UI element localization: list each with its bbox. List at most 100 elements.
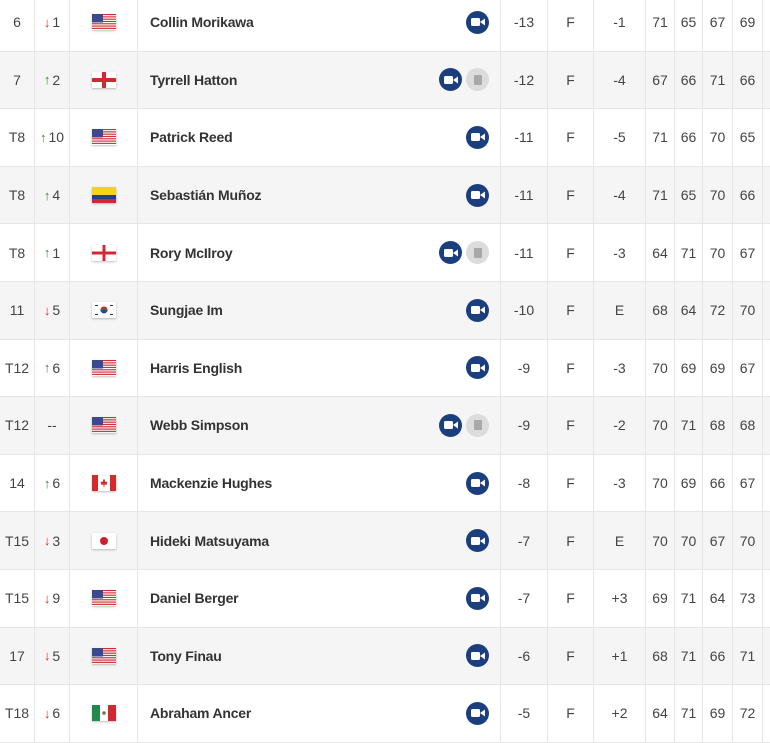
today-score: -2: [594, 397, 646, 454]
leaderboard-row[interactable]: 17 ↓ 5 Tony Finau -6 F +1 68 71 66 71: [0, 627, 770, 686]
total-score: -5: [501, 685, 548, 742]
arrow-up-icon: ↑: [43, 475, 51, 491]
arrow-down-icon: ↓: [43, 648, 51, 664]
video-camera-icon[interactable]: [466, 529, 489, 553]
video-camera-icon[interactable]: [439, 413, 462, 437]
flag-usa-icon: [91, 590, 116, 606]
movement: ↓ 6: [35, 685, 70, 742]
position-value: T12: [4, 359, 30, 376]
audio-icon[interactable]: [466, 68, 489, 92]
video-camera-icon[interactable]: [466, 701, 489, 725]
leaderboard-row[interactable]: T12 ↑ 6 Harris English -9 F -3 70 69 69 …: [0, 339, 770, 398]
today-score: -3: [594, 224, 646, 281]
audio-icon[interactable]: [466, 413, 489, 437]
round-4-score: 71: [733, 627, 763, 685]
thru: F: [548, 0, 594, 51]
player-name[interactable]: Mackenzie Hughes: [150, 475, 272, 491]
leaderboard-row[interactable]: T18 ↓ 6 Abraham Ancer -5 F +2 64 71 69 7…: [0, 685, 770, 743]
player-name[interactable]: Patrick Reed: [150, 129, 233, 145]
leaderboard-row[interactable]: 6 ↓ 1 Collin Morikawa -13 F -1 71 65 67 …: [0, 0, 770, 52]
video-camera-icon[interactable]: [466, 356, 489, 380]
player-name[interactable]: Rory McIlroy: [150, 245, 233, 261]
movement-value: 4: [52, 187, 61, 204]
leaderboard-row[interactable]: 7 ↑ 2 Tyrrell Hatton -12 F -4 67 66 71 6…: [0, 51, 770, 110]
country-flag-cell: [70, 627, 138, 685]
round-3-score: 69: [703, 685, 733, 742]
round-4-score: 66: [733, 51, 763, 109]
today-score: E: [594, 281, 646, 339]
round-2-score: 69: [675, 339, 703, 397]
position-value: T12: [4, 417, 30, 434]
country-flag-cell: [70, 281, 138, 339]
movement: ↑ 2: [35, 51, 70, 109]
total-score: -13: [501, 0, 548, 51]
thru: F: [548, 281, 594, 339]
leaderboard-row[interactable]: T8 ↑ 4 Sebastián Muñoz -11 F -4 71 65 70…: [0, 166, 770, 225]
today-score: +2: [594, 685, 646, 742]
movement: ↓ 1: [35, 0, 70, 51]
country-flag-cell: [70, 454, 138, 512]
leaderboard-row[interactable]: T8 ↑ 10 Patrick Reed -11 F -5 71 66 70 6…: [0, 109, 770, 167]
video-camera-icon[interactable]: [439, 241, 462, 265]
overflow-column: [763, 455, 770, 512]
player-name[interactable]: Tony Finau: [150, 648, 222, 664]
player-name[interactable]: Sungjae Im: [150, 302, 223, 318]
player-name[interactable]: Sebastián Muñoz: [150, 187, 262, 203]
leaderboard-row[interactable]: T15 ↓ 3 Hideki Matsuyama -7 F E 70 70 67…: [0, 512, 770, 570]
total-score: -11: [501, 166, 548, 224]
country-flag-cell: [70, 0, 138, 51]
total-score: -8: [501, 454, 548, 512]
flag-mexico-icon: [91, 705, 116, 722]
video-camera-icon[interactable]: [466, 298, 489, 322]
movement-value: 10: [48, 129, 65, 146]
arrow-up-icon: ↑: [43, 245, 51, 261]
video-camera-icon[interactable]: [466, 644, 489, 668]
video-camera-icon[interactable]: [466, 10, 489, 34]
round-4-score: 70: [733, 512, 763, 569]
leaderboard-row[interactable]: T8 ↑ 1 Rory McIlroy -11 F -3 64 71 70 67: [0, 224, 770, 282]
round-1-score: 70: [646, 512, 675, 569]
player-name[interactable]: Tyrrell Hatton: [150, 72, 237, 88]
player-name[interactable]: Harris English: [150, 360, 242, 376]
leaderboard-row[interactable]: T15 ↓ 9 Daniel Berger -7 F +3 69 71 64 7…: [0, 569, 770, 628]
round-4-score: 67: [733, 224, 763, 281]
leaderboard-row[interactable]: T12 -- Webb Simpson -9 F -2 70 71 68 68: [0, 397, 770, 455]
overflow-column: [763, 340, 770, 397]
position: T15: [0, 569, 35, 627]
player-name[interactable]: Abraham Ancer: [150, 705, 251, 721]
player-name[interactable]: Webb Simpson: [150, 417, 249, 433]
total-score: -9: [501, 339, 548, 397]
position: T12: [0, 339, 35, 397]
round-2-score: 70: [675, 512, 703, 569]
round-4-score: 70: [733, 281, 763, 339]
round-2-score: 71: [675, 397, 703, 454]
video-camera-icon[interactable]: [439, 68, 462, 92]
video-camera-icon[interactable]: [466, 586, 489, 610]
arrow-down-icon: ↓: [43, 302, 51, 318]
position: T18: [0, 685, 35, 742]
video-camera-icon[interactable]: [466, 471, 489, 495]
round-2-score: 71: [675, 569, 703, 627]
today-score: +1: [594, 627, 646, 685]
leaderboard-row[interactable]: 11 ↓ 5 Sungjae Im -10 F E 68 64 72 70: [0, 281, 770, 340]
round-1-score: 71: [646, 166, 675, 224]
video-camera-icon[interactable]: [466, 183, 489, 207]
total-score: -6: [501, 627, 548, 685]
round-1-score: 64: [646, 224, 675, 281]
position-value: T8: [8, 129, 26, 146]
movement: ↓ 5: [35, 627, 70, 685]
player-name[interactable]: Collin Morikawa: [150, 14, 254, 30]
player-name[interactable]: Daniel Berger: [150, 590, 239, 606]
audio-icon[interactable]: [466, 241, 489, 265]
movement-value: 5: [52, 302, 61, 319]
movement: ↑ 6: [35, 454, 70, 512]
movement-value: --: [47, 417, 57, 434]
round-3-score: 71: [703, 51, 733, 109]
leaderboard-row[interactable]: 14 ↑ 6 Mackenzie Hughes -8 F -3 70 69 66…: [0, 454, 770, 513]
flag-northern-ireland-icon: [91, 244, 116, 261]
round-1-score: 70: [646, 397, 675, 454]
player-name[interactable]: Hideki Matsuyama: [150, 533, 269, 549]
round-4-score: 67: [733, 454, 763, 512]
video-camera-icon[interactable]: [466, 125, 489, 149]
position-value: 6: [13, 14, 21, 31]
